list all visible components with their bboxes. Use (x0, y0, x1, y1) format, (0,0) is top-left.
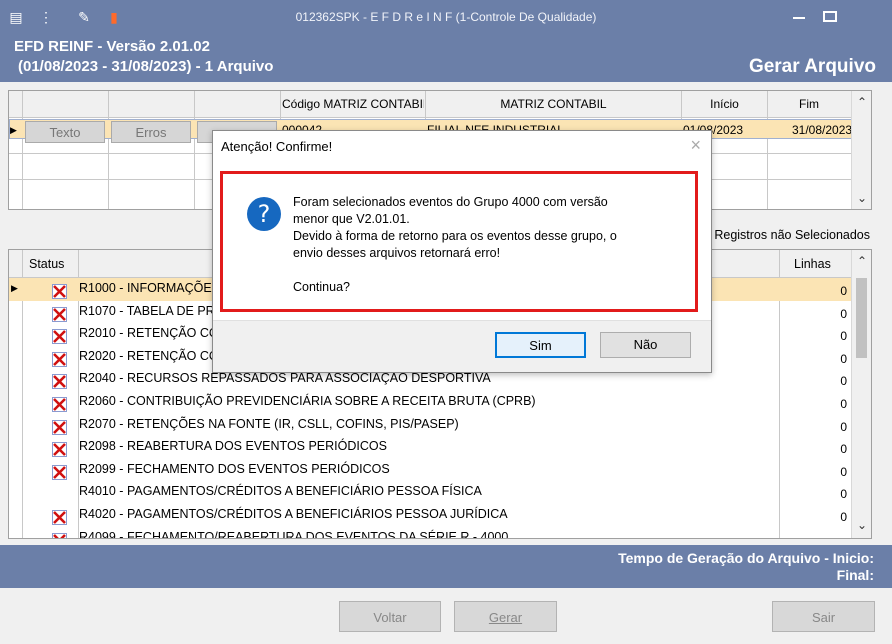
evento-linhas: 0 (840, 442, 847, 457)
evento-linhas: 0 (840, 397, 847, 411)
evento-linhas: 0 (840, 351, 847, 366)
question-icon: ? (247, 197, 281, 231)
error-x-icon (52, 374, 67, 390)
evento-linhas: 0 (840, 487, 847, 502)
evento-linhas: 0 (840, 510, 847, 524)
evento-linhas: 0 (840, 284, 847, 298)
tempo-final-label: Final: (836, 567, 874, 583)
header-band: EFD REINF - Versão 2.01.02 (01/08/2023 -… (0, 34, 892, 82)
status-cell (23, 368, 78, 391)
footer-band: Tempo de Geração do Arquivo - Inicio: Fi… (0, 545, 892, 588)
scroll-down-icon[interactable]: ⌄ (852, 518, 871, 532)
evento-desc: R2070 - RETENÇÕES NA FONTE (IR, CSLL, CO… (79, 416, 459, 431)
error-x-icon (52, 306, 67, 322)
confirm-dialog: Atenção! Confirme! × ? Foram selecionado… (212, 130, 712, 373)
error-x-icon (52, 464, 67, 480)
gerar-button[interactable]: Gerar (454, 601, 557, 632)
matriz-scrollbar[interactable]: ⌃ ⌄ (851, 91, 871, 209)
status-cell (23, 346, 78, 369)
evento-desc: R2040 - RECURSOS REPASSADOS PARA ASSOCIA… (79, 371, 491, 386)
status-cell (23, 391, 78, 414)
evento-linhas: 0 (840, 329, 847, 344)
error-x-icon (52, 351, 67, 367)
col-status-header[interactable]: Status (29, 250, 79, 278)
evento-desc: R4020 - PAGAMENTOS/CRÉDITOS A BENEFICIÁR… (79, 507, 508, 521)
table-row[interactable]: R4020 - PAGAMENTOS/CRÉDITOS A BENEFICIÁR… (9, 504, 853, 527)
status-cell (23, 301, 78, 324)
version-label: EFD REINF - Versão 2.01.02 (14, 38, 210, 55)
evento-desc: R4010 - PAGAMENTOS/CRÉDITOS A BENEFICIÁR… (79, 484, 482, 499)
col-matriz-header[interactable]: MATRIZ CONTABIL (427, 91, 680, 118)
dialog-title: Atenção! Confirme! (221, 139, 333, 154)
error-x-icon (52, 532, 67, 538)
status-cell (23, 278, 78, 301)
eventos-scrollbar[interactable]: ⌃ ⌄ (851, 250, 871, 538)
period-label: (01/08/2023 - 31/08/2023) - 1 Arquivo (18, 58, 274, 75)
scroll-thumb[interactable] (856, 278, 867, 358)
dialog-message-box: ? Foram selecionados eventos do Grupo 40… (220, 171, 698, 312)
restore-icon[interactable] (823, 11, 837, 22)
status-cell (23, 459, 78, 482)
grid-col-line (108, 91, 109, 209)
status-cell (23, 323, 78, 346)
nao-button[interactable]: Não (600, 332, 691, 358)
status-cell (23, 414, 78, 437)
error-x-icon (52, 419, 67, 435)
message-line: menor que V2.01.01. (293, 212, 410, 226)
grid-col-line (22, 91, 23, 209)
evento-desc: R4099 - FECHAMENTO/REABERTURA DOS EVENTO… (79, 529, 509, 539)
table-row[interactable]: R2060 - CONTRIBUIÇÃO PREVIDENCIÁRIA SOBR… (9, 391, 853, 414)
evento-linhas: 0 (840, 464, 847, 479)
tempo-inicio-label: Tempo de Geração do Arquivo - Inicio: (618, 550, 874, 566)
table-row[interactable]: R2098 - REABERTURA DOS EVENTOS PERIÓDICO… (9, 436, 853, 459)
error-x-icon (52, 284, 67, 299)
voltar-button[interactable]: Voltar (339, 601, 441, 632)
error-x-icon (52, 510, 67, 525)
col-inicio-header[interactable]: Início (683, 91, 766, 118)
scroll-up-icon[interactable]: ⌃ (852, 254, 871, 268)
title-bar: ▤ ⋮ ✎ ▮ 012362SPK - E F D R e I N F (1-C… (0, 0, 892, 34)
status-cell (23, 436, 78, 459)
sim-button[interactable]: Sim (495, 332, 586, 358)
window-title: 012362SPK - E F D R e I N F (1-Controle … (295, 10, 597, 24)
evento-linhas: 0 (840, 419, 847, 434)
col-codigo-header[interactable]: Código MATRIZ CONTABIL (282, 91, 424, 118)
col-linhas-header[interactable]: Linhas (794, 250, 849, 278)
table-row[interactable]: R4099 - FECHAMENTO/REABERTURA DOS EVENTO… (9, 527, 853, 539)
close-icon[interactable]: × (690, 135, 701, 156)
table-row[interactable]: R4010 - PAGAMENTOS/CRÉDITOS A BENEFICIÁR… (9, 481, 853, 504)
evento-desc: R2060 - CONTRIBUIÇÃO PREVIDENCIÁRIA SOBR… (79, 394, 536, 408)
registros-nao-selecionados: Registros não Selecionados (714, 228, 870, 242)
message-line: Devido à forma de retorno para os evento… (293, 229, 617, 243)
texto-button[interactable]: Texto (25, 121, 105, 143)
grid-col-line (194, 91, 195, 209)
grid-col-line (767, 91, 768, 209)
row-pointer-icon: ▶ (11, 283, 18, 293)
message-line: envio desses arquivos retornará erro! (293, 246, 501, 260)
dialog-footer: Sim Não (213, 320, 711, 372)
col-fim-header[interactable]: Fim (769, 91, 849, 118)
evento-linhas: 0 (840, 374, 847, 389)
sair-button[interactable]: Sair (772, 601, 875, 632)
error-x-icon (52, 397, 67, 412)
evento-desc: R2099 - FECHAMENTO DOS EVENTOS PERIÓDICO… (79, 461, 390, 476)
evento-desc: R2098 - REABERTURA DOS EVENTOS PERIÓDICO… (79, 439, 387, 454)
error-x-icon (52, 329, 67, 345)
message-line: Foram selecionados eventos do Grupo 4000… (293, 195, 608, 209)
table-row[interactable]: R2099 - FECHAMENTO DOS EVENTOS PERIÓDICO… (9, 459, 853, 482)
table-row[interactable]: R2070 - RETENÇÕES NA FONTE (IR, CSLL, CO… (9, 414, 853, 437)
message-line: Continua? (293, 280, 350, 294)
erros-button[interactable]: Erros (111, 121, 191, 143)
minimize-icon[interactable] (793, 17, 805, 21)
scroll-up-icon[interactable]: ⌃ (852, 95, 871, 109)
status-cell (23, 481, 78, 504)
row-pointer-icon: ▶ (10, 125, 17, 135)
action-title: Gerar Arquivo (748, 56, 876, 77)
status-cell (23, 527, 78, 538)
error-x-icon (52, 442, 67, 458)
status-cell (23, 504, 78, 527)
cell-fim: 31/08/2023 (792, 123, 852, 137)
evento-linhas: 0 (840, 306, 847, 321)
scroll-down-icon[interactable]: ⌄ (852, 191, 871, 205)
